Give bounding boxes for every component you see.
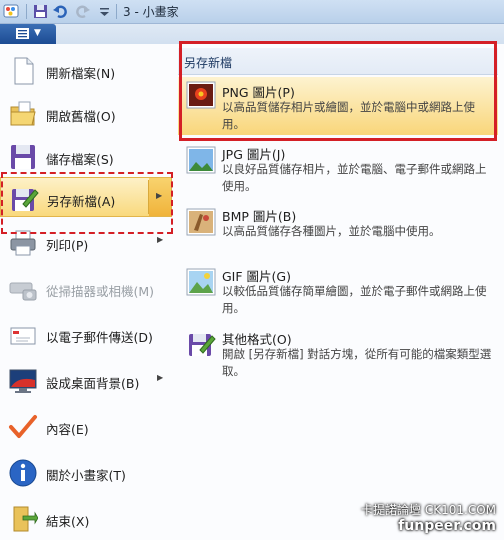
- menu-item-label: 關於小畫家(T): [46, 468, 126, 483]
- save-as-submenu: 另存新檔 PNG 圖片(P) 以高品質儲存相片或繪圖，並於電腦中或網路上使用。 …: [174, 44, 504, 540]
- ribbon-bar: ▼: [0, 24, 504, 44]
- submenu-item-other-formats[interactable]: 其他格式(O) 開啟 [另存新檔] 對話方塊，從所有可能的檔案類型選取。: [178, 329, 498, 381]
- submenu-title: 另存新檔: [184, 56, 233, 70]
- menu-item-email[interactable]: 以電子郵件傳送(D): [0, 314, 172, 354]
- split-divider: [148, 180, 149, 214]
- watermark-line: funpeer.com: [398, 518, 496, 534]
- menu-list-icon: [16, 28, 29, 39]
- menu-item-save-as[interactable]: 另存新檔(A) ▶: [0, 177, 172, 217]
- save-disk-icon: [11, 145, 35, 169]
- window-title: 3 - 小畫家: [123, 5, 179, 19]
- desktop-background-icon: [9, 369, 37, 393]
- printer-icon: [10, 230, 36, 256]
- open-folder-icon: [10, 101, 36, 126]
- menu-item-label: 另存新檔(A): [47, 194, 116, 209]
- save-quick-icon[interactable]: [32, 3, 49, 20]
- save-as-icon: [12, 189, 39, 211]
- menu-item-print[interactable]: 列印(P) ▶: [0, 222, 172, 262]
- submenu-item-description: 以高品質儲存相片或繪圖，並於電腦中或網路上使用。: [222, 100, 475, 131]
- menu-item-exit[interactable]: 結束(X): [0, 498, 172, 538]
- chevron-right-icon: ▶: [156, 191, 163, 200]
- paint-menu-button[interactable]: ▼: [0, 24, 56, 44]
- menu-item-label: 開新檔案(N): [46, 66, 116, 81]
- menu-item-label: 內容(E): [46, 422, 89, 437]
- submenu-item-description: 以良好品質儲存相片，並於電腦、電子郵件或網路上使用。: [222, 162, 487, 193]
- submenu-item-description: 以高品質儲存各種圖片，並於電腦中使用。: [222, 224, 441, 238]
- new-file-icon: [14, 57, 34, 85]
- submenu-item-description: 開啟 [另存新檔] 對話方塊，從所有可能的檔案類型選取。: [222, 347, 492, 378]
- watermark: 卡提諾論壇 CK101.COM funpeer.com: [361, 501, 496, 534]
- exit-icon: [13, 506, 38, 532]
- menu-item-label: 設成桌面背景(B): [46, 376, 140, 391]
- other-formats-icon: [189, 334, 216, 356]
- menu-item-label: 結束(X): [46, 514, 90, 529]
- png-image-icon: [186, 81, 216, 109]
- menu-item-label: 開啟舊檔(O): [46, 109, 116, 124]
- submenu-item-bmp[interactable]: BMP 圖片(B) 以高品質儲存各種圖片，並於電腦中使用。: [178, 206, 498, 246]
- menu-item-about[interactable]: 關於小畫家(T): [0, 452, 172, 492]
- chevron-right-icon: ▶: [157, 373, 164, 382]
- menu-item-label: 從掃描器或相機(M): [46, 284, 155, 299]
- bmp-image-icon: [186, 208, 216, 236]
- chevron-right-icon: ▶: [157, 235, 164, 244]
- checkmark-icon: [9, 415, 37, 438]
- menu-item-label: 以電子郵件傳送(D): [46, 330, 153, 345]
- redo-icon[interactable]: [74, 3, 91, 20]
- paint-app-icon[interactable]: [3, 3, 19, 19]
- customize-toolbar-icon[interactable]: [96, 3, 113, 20]
- submenu-item-png[interactable]: PNG 圖片(P) 以高品質儲存相片或繪圖，並於電腦中或網路上使用。: [178, 77, 498, 135]
- menu-item-save[interactable]: 儲存檔案(S): [0, 136, 172, 176]
- toolbar-divider: [26, 4, 27, 19]
- info-icon: [9, 459, 37, 487]
- submenu-item-jpg[interactable]: JPG 圖片(J) 以良好品質儲存相片，並於電腦、電子郵件或網路上使用。: [178, 144, 498, 196]
- gif-image-icon: [186, 268, 216, 296]
- menu-item-desktop-background[interactable]: 設成桌面背景(B) ▶: [0, 360, 172, 400]
- watermark-line: 卡提諾論壇 CK101.COM: [361, 503, 496, 517]
- menu-item-scanner: 從掃描器或相機(M): [0, 268, 172, 308]
- menu-item-label: 列印(P): [46, 238, 89, 253]
- menu-item-label: 儲存檔案(S): [46, 152, 114, 167]
- chevron-down-icon: ▼: [34, 28, 41, 38]
- submenu-header: 另存新檔: [178, 48, 498, 75]
- title-bar: 3 - 小畫家: [0, 0, 504, 24]
- jpg-image-icon: [186, 146, 216, 174]
- undo-icon[interactable]: [52, 3, 69, 20]
- menu-item-properties[interactable]: 內容(E): [0, 406, 172, 446]
- toolbar-divider: [116, 4, 117, 19]
- menu-item-new[interactable]: 開新檔案(N): [0, 50, 172, 90]
- submenu-item-description: 以較低品質儲存簡單繪圖，並於電子郵件或網路上使用。: [222, 284, 487, 315]
- submenu-item-gif[interactable]: GIF 圖片(G) 以較低品質儲存簡單繪圖，並於電子郵件或網路上使用。: [178, 266, 498, 318]
- menu-item-open[interactable]: 開啟舊檔(O): [0, 93, 172, 133]
- scanner-camera-icon: [9, 282, 37, 301]
- email-icon: [10, 327, 36, 345]
- file-menu: 開新檔案(N) 開啟舊檔(O) 儲存檔案(S) 另存新檔(A) ▶ 列印(P) …: [0, 44, 175, 540]
